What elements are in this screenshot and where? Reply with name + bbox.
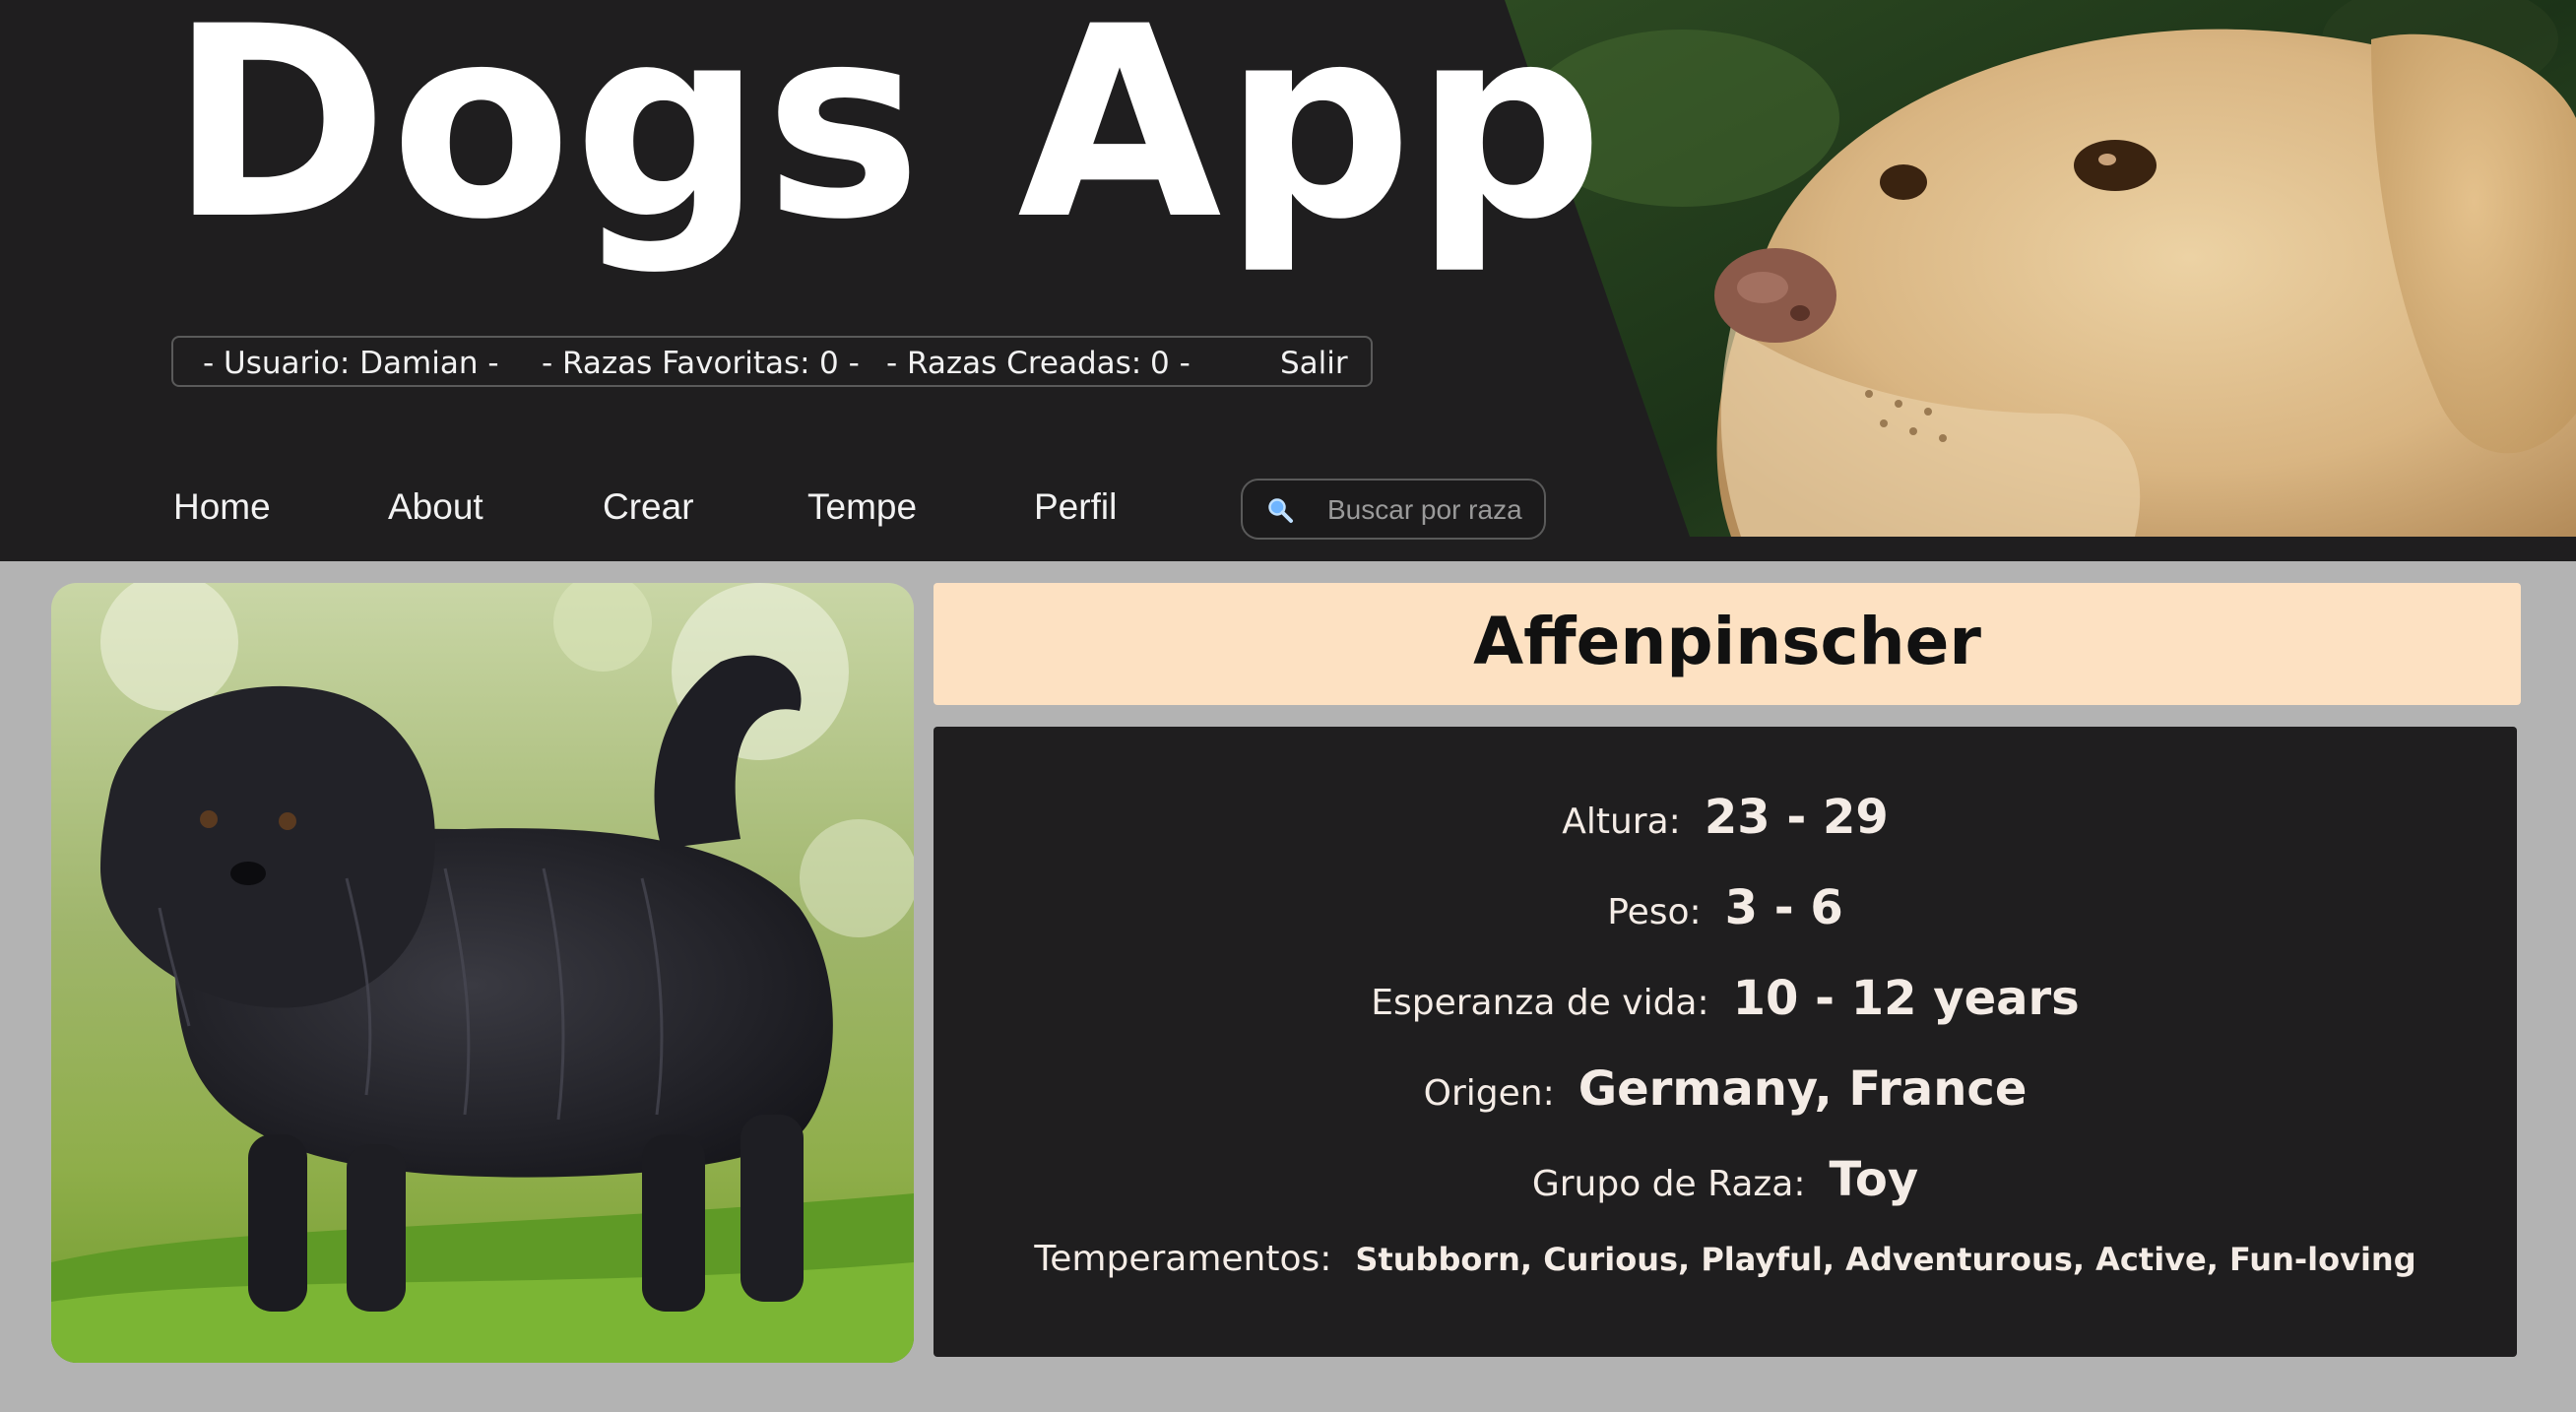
app-header: Dogs App - Usuario: Damian - - Razas Fav… — [0, 0, 2576, 561]
detail-label: Peso: — [1607, 892, 1702, 932]
detail-life-expectancy: Esperanza de vida: 10 - 12 years — [934, 971, 2517, 1026]
detail-value: 3 - 6 — [1724, 880, 1843, 935]
user-name: - Usuario: Damian - — [203, 346, 499, 381]
nav-about[interactable]: About — [388, 486, 483, 528]
nav-perfil[interactable]: Perfil — [1034, 486, 1117, 528]
favorites-count: 0 - — [819, 346, 860, 381]
affenpinscher-illustration — [51, 583, 914, 1363]
detail-label: Altura: — [1562, 802, 1681, 842]
nav-crear[interactable]: Crear — [603, 486, 694, 528]
detail-value: Germany, France — [1578, 1061, 2028, 1117]
breed-name: Affenpinscher — [1473, 604, 1981, 679]
search-input[interactable] — [1325, 490, 1536, 530]
app-title: Dogs App — [169, 0, 1606, 278]
search-icon — [1268, 498, 1293, 523]
detail-height: Altura: 23 - 29 — [934, 790, 2517, 845]
detail-temperaments: Temperamentos: Stubborn, Curious, Playfu… — [934, 1239, 2517, 1279]
nav-home[interactable]: Home — [173, 486, 271, 528]
detail-value: 23 - 29 — [1704, 790, 1889, 845]
search-box[interactable] — [1241, 479, 1546, 540]
detail-value: Toy — [1829, 1152, 1919, 1207]
logout-button[interactable]: Salir — [1280, 346, 1348, 381]
detail-breed-group: Grupo de Raza: Toy — [934, 1152, 2517, 1207]
detail-label: Grupo de Raza: — [1531, 1164, 1806, 1204]
user-info-bar: - Usuario: Damian - - Razas Favoritas: 0… — [171, 336, 1373, 387]
labrador-illustration — [1505, 0, 2576, 537]
detail-value: Stubborn, Curious, Playful, Adventurous,… — [1355, 1241, 2416, 1278]
created-count: 0 - — [1150, 346, 1191, 381]
breed-details-panel: Altura: 23 - 29 Peso: 3 - 6 Esperanza de… — [934, 727, 2517, 1357]
breed-title-banner: Affenpinscher — [934, 583, 2521, 705]
detail-origin: Origen: Germany, France — [934, 1061, 2517, 1117]
breed-photo — [51, 583, 914, 1363]
detail-label: Temperamentos: — [1034, 1239, 1332, 1279]
detail-weight: Peso: 3 - 6 — [934, 880, 2517, 935]
favorites-label: - Razas Favoritas: — [542, 346, 810, 381]
detail-value: 10 - 12 years — [1732, 971, 2080, 1026]
detail-label: Origen: — [1423, 1073, 1555, 1114]
nav-tempe[interactable]: Tempe — [807, 486, 917, 528]
detail-label: Esperanza de vida: — [1371, 983, 1709, 1023]
created-label: - Razas Creadas: — [886, 346, 1142, 381]
hero-dog-image — [1505, 0, 2576, 537]
